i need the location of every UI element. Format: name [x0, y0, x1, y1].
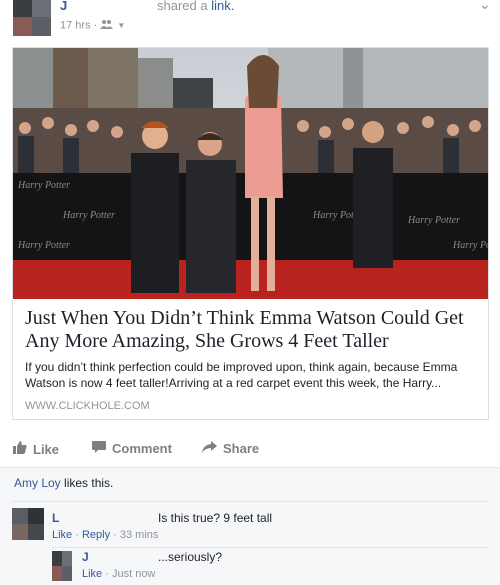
- comment-timestamp[interactable]: 33 mins: [120, 529, 159, 541]
- liker-name[interactable]: Amy Loy: [14, 476, 61, 490]
- share-label: Share: [223, 441, 260, 456]
- shared-link-anchor[interactable]: link.: [211, 0, 234, 13]
- likes-summary: Amy Loy likes this.: [14, 476, 113, 490]
- comments-section: L Is this true? 9 feet tall Like · Reply…: [0, 498, 500, 585]
- backdrop-text: Harry Potter: [17, 180, 70, 191]
- thumbs-up-icon: [13, 441, 27, 457]
- post-meta: 17 hrs · ▼: [60, 19, 125, 32]
- like-label: Like: [33, 441, 60, 457]
- comment-reply-link[interactable]: Reply: [82, 529, 110, 541]
- comment-like-link[interactable]: Like: [52, 529, 72, 541]
- reply-timestamp[interactable]: Just now: [112, 568, 155, 580]
- red-carpet-photo: Harry Potter Harry Potter Harry Potter H…: [13, 48, 488, 299]
- backdrop-text: Harry Potter: [407, 215, 460, 226]
- share-arrow-icon: [202, 441, 217, 456]
- audience-chevron-down-icon[interactable]: ▼: [117, 21, 125, 30]
- comment-avatar[interactable]: [12, 508, 44, 540]
- link-title[interactable]: Just When You Didn’t Think Emma Watson C…: [25, 307, 480, 353]
- comment-text: Is this true? 9 feet tall: [158, 511, 273, 525]
- reply-divider: [52, 547, 488, 548]
- post-timestamp[interactable]: 17 hrs ·: [60, 19, 100, 31]
- like-button[interactable]: Like: [13, 441, 59, 457]
- reply-meta: Like · Just now: [82, 568, 156, 580]
- likes-suffix: likes this.: [60, 476, 114, 490]
- backdrop-text: Harry Potter: [452, 240, 488, 251]
- audience-friends-icon[interactable]: [100, 19, 114, 32]
- post-options-chevron-icon[interactable]: ⌄: [479, 0, 491, 13]
- comment-meta: Like · Reply · 33 mins: [52, 529, 159, 541]
- speech-bubble-icon: [92, 441, 106, 456]
- reply-like-link[interactable]: Like: [82, 568, 102, 580]
- reply-author[interactable]: J: [82, 550, 89, 564]
- reply-avatar[interactable]: [52, 551, 72, 581]
- author-avatar[interactable]: [13, 0, 51, 36]
- reply-text: ...seriously?: [158, 550, 223, 564]
- comment-label: Comment: [112, 441, 172, 456]
- share-button[interactable]: Share: [202, 441, 259, 456]
- link-preview[interactable]: Harry Potter Harry Potter Harry Potter H…: [12, 47, 489, 420]
- backdrop-text: Harry Potter: [17, 240, 70, 251]
- backdrop-text: Harry Potter: [62, 210, 115, 221]
- comment-author[interactable]: L: [52, 511, 59, 525]
- comment-button[interactable]: Comment: [92, 441, 172, 456]
- share-action-prefix: shared a: [157, 0, 212, 13]
- link-preview-image[interactable]: Harry Potter Harry Potter Harry Potter H…: [13, 48, 488, 299]
- link-domain: WWW.CLICKHOLE.COM: [25, 400, 150, 412]
- post-card: J shared a link. 17 hrs · ▼ ⌄ Harry Pott…: [0, 0, 500, 467]
- share-action-text: shared a link.: [157, 0, 234, 13]
- comments-divider: [12, 501, 488, 502]
- author-name[interactable]: J: [60, 0, 67, 13]
- link-description: If you didn’t think perfection could be …: [25, 360, 458, 390]
